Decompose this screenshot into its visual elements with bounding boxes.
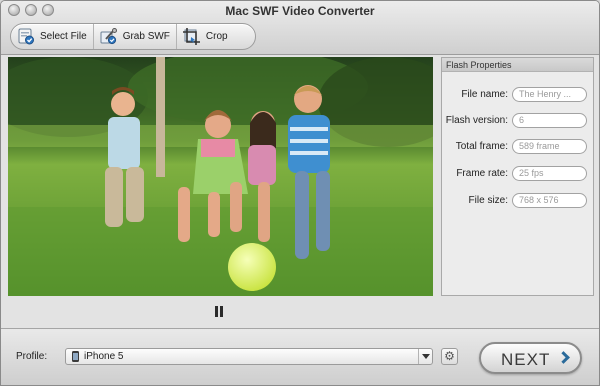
title-bar: Mac SWF Video Converter bbox=[1, 1, 599, 20]
file-name-label: File name: bbox=[461, 89, 508, 100]
crop-label: Crop bbox=[205, 31, 228, 42]
flash-version-field: 6 bbox=[512, 113, 587, 128]
grab-swf-label: Grab SWF bbox=[122, 31, 170, 42]
video-frame-image bbox=[8, 57, 433, 296]
grab-swf-icon bbox=[100, 28, 118, 45]
profile-label: Profile: bbox=[16, 351, 48, 362]
frame-rate-label: Frame rate: bbox=[456, 168, 508, 179]
select-file-icon bbox=[17, 28, 35, 45]
flash-properties-panel: Flash Properties File name: The Henry ..… bbox=[441, 57, 594, 296]
window-chrome: Mac SWF Video Converter Select File Grab… bbox=[1, 1, 599, 55]
frame-rate-field: 25 fps bbox=[512, 166, 587, 181]
next-button[interactable]: NEXT bbox=[479, 342, 582, 374]
bottom-bar: Profile: iPhone 5 ⚙ NEXT bbox=[1, 328, 599, 385]
file-name-field: The Henry ... bbox=[512, 87, 587, 102]
pause-button[interactable] bbox=[214, 306, 224, 317]
grab-swf-button[interactable]: Grab SWF bbox=[92, 24, 176, 49]
next-label: NEXT bbox=[501, 350, 551, 369]
profile-dropdown[interactable]: iPhone 5 bbox=[65, 348, 433, 365]
phone-icon bbox=[72, 351, 79, 362]
chevron-right-icon bbox=[557, 351, 570, 364]
flash-properties-header: Flash Properties bbox=[442, 58, 593, 72]
profile-selected-value: iPhone 5 bbox=[84, 351, 124, 362]
toolbar: Select File Grab SWF Crop bbox=[10, 23, 256, 50]
crop-button[interactable]: Crop bbox=[175, 24, 234, 49]
pause-icon bbox=[215, 306, 218, 317]
file-size-field: 768 x 576 bbox=[512, 193, 587, 208]
profile-settings-button[interactable]: ⚙ bbox=[441, 348, 458, 365]
file-size-label: File size: bbox=[468, 195, 508, 206]
file-name-row: File name: The Henry ... bbox=[442, 87, 593, 103]
total-frame-row: Total frame: 589 frame bbox=[442, 139, 593, 155]
select-file-label: Select File bbox=[40, 31, 87, 42]
video-preview bbox=[8, 57, 433, 296]
frame-rate-row: Frame rate: 25 fps bbox=[442, 166, 593, 182]
select-file-button[interactable]: Select File bbox=[11, 24, 93, 49]
app-window: Mac SWF Video Converter Select File Grab… bbox=[0, 0, 600, 386]
gear-icon: ⚙ bbox=[444, 349, 455, 363]
total-frame-field: 589 frame bbox=[512, 139, 587, 154]
flash-version-label: Flash version: bbox=[445, 115, 508, 126]
file-size-row: File size: 768 x 576 bbox=[442, 193, 593, 209]
total-frame-label: Total frame: bbox=[455, 141, 508, 152]
window-title: Mac SWF Video Converter bbox=[225, 4, 375, 18]
flash-version-row: Flash version: 6 bbox=[442, 113, 593, 129]
crop-icon bbox=[182, 28, 201, 45]
chevron-down-icon bbox=[418, 349, 432, 364]
